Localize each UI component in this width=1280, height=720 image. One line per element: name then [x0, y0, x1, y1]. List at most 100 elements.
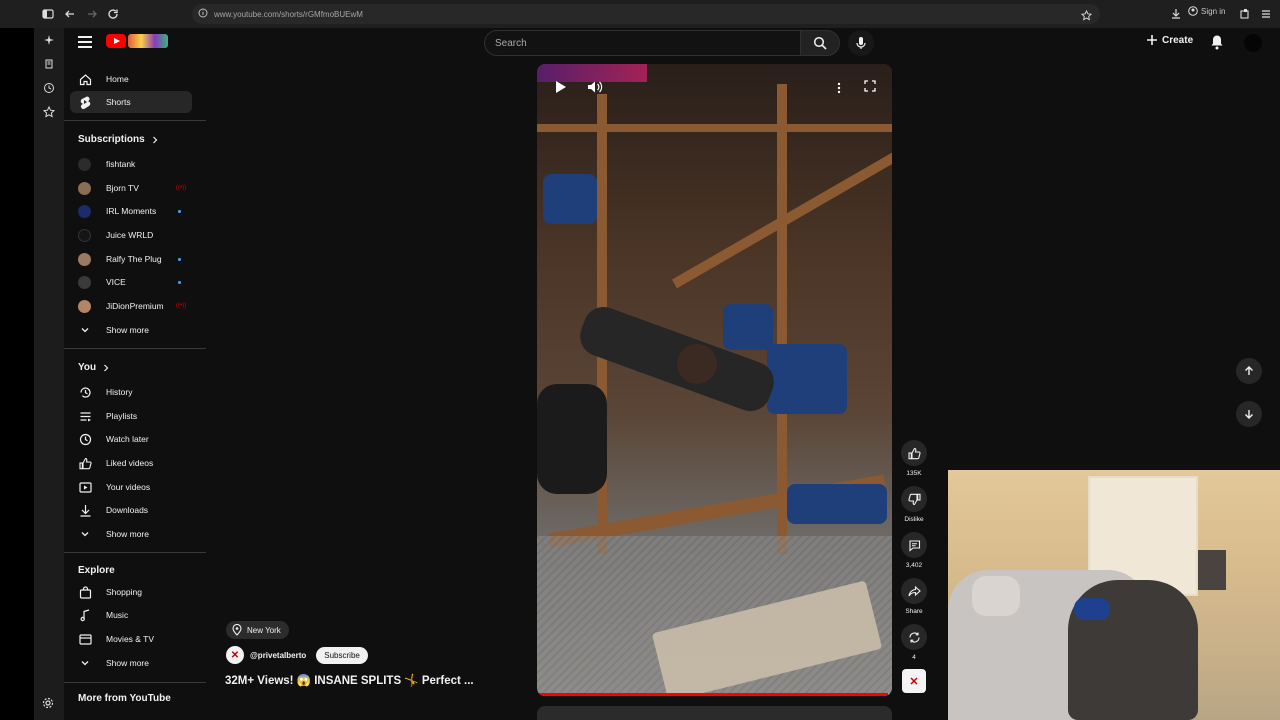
youtube-header: Create: [64, 28, 1280, 58]
channel-avatar: [78, 252, 91, 266]
subscription-bjorn-tv[interactable]: Bjorn TV ((•)): [70, 177, 192, 199]
live-indicator-icon: ((•)): [176, 185, 187, 191]
voice-search-button[interactable]: [848, 30, 874, 56]
subscription-vice[interactable]: VICE: [70, 271, 192, 293]
sidebar-item-watch-later[interactable]: Watch later: [70, 428, 192, 450]
sidebar-item-label: Playlists: [106, 411, 138, 421]
comments-button[interactable]: [901, 532, 927, 558]
video-frame-detail: [543, 174, 597, 224]
thumbs-down-icon: [907, 493, 921, 505]
history-rail-icon[interactable]: [41, 80, 57, 96]
sidebar-item-history[interactable]: History: [70, 381, 192, 403]
subscribe-button[interactable]: Subscribe: [316, 646, 368, 664]
playlists-icon: [78, 409, 92, 423]
forward-icon[interactable]: [84, 6, 100, 22]
notifications-bell-icon[interactable]: [1210, 34, 1224, 55]
subscription-jidionpremium[interactable]: JiDionPremium ((•)): [70, 295, 192, 317]
subscription-ralfy-the-plug[interactable]: Ralfy The Plug: [70, 248, 192, 270]
subscription-juice-wrld[interactable]: Juice WRLD: [70, 224, 192, 246]
gear-icon[interactable]: [42, 696, 54, 714]
sidebar-item-movies-tv[interactable]: Movies & TV: [70, 628, 192, 650]
subscription-irl-moments[interactable]: IRL Moments: [70, 200, 192, 222]
volume-icon[interactable]: [587, 80, 603, 97]
download-icon[interactable]: [1168, 6, 1184, 22]
next-short-button[interactable]: [1236, 401, 1262, 427]
reload-icon[interactable]: [105, 6, 121, 22]
sidebar-item-label: Ralfy The Plug: [106, 254, 162, 264]
remix-button[interactable]: [901, 624, 927, 650]
share-icon: [907, 585, 921, 596]
url-text[interactable]: www.youtube.com/shorts/rGMfmoBUEwM: [214, 10, 363, 19]
address-bar[interactable]: www.youtube.com/shorts/rGMfmoBUEwM: [192, 4, 1100, 24]
browser-sign-in[interactable]: Sign in: [1188, 6, 1225, 16]
sidebar-divider: [64, 348, 206, 349]
sidebar-item-shorts[interactable]: Shorts: [70, 91, 192, 113]
subscriptions-show-more[interactable]: Show more: [70, 319, 192, 341]
back-icon[interactable]: [62, 6, 78, 22]
you-heading[interactable]: You: [78, 362, 110, 373]
search-input[interactable]: [495, 37, 785, 49]
play-icon[interactable]: [555, 80, 567, 97]
browser-menu-icon[interactable]: [1258, 6, 1274, 22]
remix-icon: [908, 632, 920, 642]
short-title[interactable]: 32M+ Views! 😱 INSANE SPLITS 🤸 Perfect ..…: [225, 673, 474, 687]
shorts-video-player[interactable]: [537, 64, 892, 696]
home-icon: [78, 72, 92, 86]
explore-show-more[interactable]: Show more: [70, 652, 192, 674]
channel-avatar: [78, 228, 91, 242]
subscriptions-heading[interactable]: Subscriptions: [78, 134, 159, 145]
channel-avatar: [78, 181, 91, 195]
share-button[interactable]: [901, 578, 927, 604]
like-count: 135K: [906, 470, 922, 477]
webcam-overlay: [948, 470, 1280, 720]
guide-menu-icon[interactable]: [78, 36, 92, 48]
sidebar-item-downloads[interactable]: Downloads: [70, 499, 192, 521]
more-options-icon[interactable]: [837, 82, 841, 97]
sidebar-item-label: Juice WRLD: [106, 230, 154, 240]
extensions-icon[interactable]: [1237, 6, 1253, 22]
previous-short-button[interactable]: [1236, 358, 1262, 384]
arrow-up-icon: [1245, 366, 1253, 375]
search-button[interactable]: [800, 30, 840, 56]
youtube-logo[interactable]: [106, 34, 168, 48]
channel-avatar: [78, 204, 91, 218]
webcam-frame-detail: [1074, 598, 1110, 620]
chevron-right-icon: [104, 364, 109, 371]
new-content-dot: [178, 280, 181, 284]
channel-avatar[interactable]: ✕: [226, 646, 244, 664]
share-label: Share: [905, 608, 923, 615]
sidebar-toggle-icon[interactable]: [40, 6, 56, 22]
sidebar-item-liked-videos[interactable]: Liked videos: [70, 452, 192, 474]
sidebar-item-playlists[interactable]: Playlists: [70, 405, 192, 427]
sidebar-item-label: IRL Moments: [106, 206, 157, 216]
account-avatar[interactable]: [1244, 34, 1262, 52]
sign-in-label: Sign in: [1201, 6, 1226, 16]
location-badge[interactable]: New York: [226, 621, 289, 639]
sidebar-item-home[interactable]: Home: [70, 68, 192, 90]
subscription-fishtank[interactable]: fishtank: [70, 153, 192, 175]
favorites-rail-icon[interactable]: [41, 104, 57, 120]
thumbs-up-icon: [907, 447, 921, 459]
like-button[interactable]: [901, 440, 927, 466]
sidebar-item-your-videos[interactable]: Your videos: [70, 476, 192, 498]
bookmark-star-icon[interactable]: [1080, 8, 1093, 26]
video-progress-bar[interactable]: [537, 693, 892, 696]
sound-channel-thumbnail[interactable]: ✕: [902, 669, 926, 693]
webcam-frame-detail: [972, 576, 1020, 616]
create-button[interactable]: Create: [1146, 34, 1193, 46]
microphone-icon: [856, 37, 866, 49]
sidebar-item-shopping[interactable]: Shopping: [70, 581, 192, 603]
ai-sparkle-icon[interactable]: [41, 32, 57, 48]
reading-list-icon[interactable]: [41, 56, 57, 72]
video-frame-detail: [767, 344, 847, 414]
channel-avatar: [78, 299, 91, 313]
site-info-icon[interactable]: [198, 5, 208, 23]
channel-name[interactable]: @privetalberto: [250, 651, 306, 660]
dislike-action: Dislike: [900, 486, 928, 523]
sidebar-divider: [64, 120, 206, 121]
sidebar-item-music[interactable]: Music: [70, 604, 192, 626]
dislike-button[interactable]: [901, 486, 927, 512]
you-show-more[interactable]: Show more: [70, 523, 192, 545]
next-short-preview[interactable]: [537, 706, 892, 720]
fullscreen-icon[interactable]: [864, 80, 876, 95]
